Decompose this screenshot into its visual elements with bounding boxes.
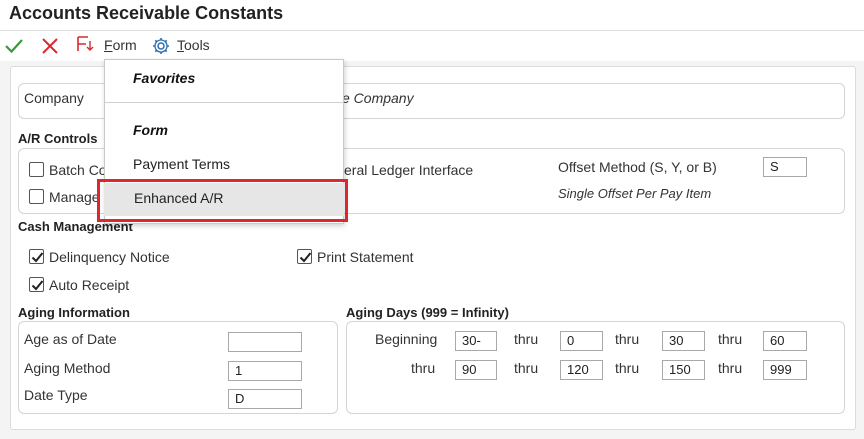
delinquency-notice-label: Delinquency Notice [49,249,170,265]
menu-item-enhanced-ar[interactable]: Enhanced A/R [134,190,224,206]
thru-label: thru [514,360,539,376]
form-header: Form [133,122,168,138]
aging-day-input[interactable]: 0 [560,331,603,351]
form-icon[interactable] [76,35,102,57]
page-title: Accounts Receivable Constants [9,3,284,23]
thru-label: thru [514,331,539,347]
aging-day-input[interactable]: 90 [455,360,497,380]
aging-days-header: Aging Days (999 = Infinity) [346,305,509,320]
aging-day-input[interactable]: 30 [662,331,705,351]
aging-day-input[interactable]: 30- [455,331,497,351]
check-icon[interactable] [4,36,24,56]
thru-label: thru [718,360,743,376]
auto-receipt-checkbox[interactable] [29,277,44,292]
thru-label: thru [615,331,640,347]
date-type-input[interactable]: D [228,389,302,409]
aging-day-input[interactable]: 150 [662,360,705,380]
print-statement-label: Print Statement [317,249,414,265]
aging-info-header: Aging Information [18,305,130,320]
form-menu-button[interactable]: Form [104,37,137,53]
menu-divider [105,102,343,103]
thru-label: thru [411,360,436,376]
batch-control-checkbox[interactable] [29,162,44,177]
aging-day-input[interactable]: 60 [763,331,807,351]
aging-day-input[interactable]: 999 [763,360,807,380]
age-as-of-date-input[interactable] [228,332,302,352]
age-as-of-date-label: Age as of Date [24,331,117,347]
aging-day-input[interactable]: 120 [560,360,603,380]
aging-method-label: Aging Method [24,360,111,376]
beginning-label: Beginning [375,331,438,347]
x-icon[interactable] [40,36,60,56]
menu-item-payment-terms[interactable]: Payment Terms [133,156,230,172]
offset-method-label: Offset Method (S, Y, or B) [558,159,717,175]
date-type-label: Date Type [24,387,88,403]
company-label: Company [24,90,84,106]
offset-method-description: Single Offset Per Pay Item [558,186,712,201]
tools-menu-button[interactable]: Tools [177,37,210,53]
thru-label: thru [718,331,743,347]
delinquency-notice-checkbox[interactable] [29,249,44,264]
gear-icon[interactable] [151,36,171,56]
auto-receipt-label: Auto Receipt [49,277,130,293]
form-menu-label: Form [104,37,137,53]
print-statement-checkbox[interactable] [297,249,312,264]
manager-approval-checkbox[interactable] [29,189,44,204]
aging-method-input[interactable]: 1 [228,361,302,381]
thru-label: thru [615,360,640,376]
ar-controls-header: A/R Controls [18,131,98,146]
tools-menu-label: Tools [177,37,210,53]
manager-approval-label: Manage [49,189,100,205]
gl-interface-label: eral Ledger Interface [344,162,474,178]
company-name: e Company [342,90,414,106]
favorites-header: Favorites [133,70,196,86]
batch-control-label: Batch Co [49,162,107,178]
offset-method-input[interactable]: S [763,157,807,177]
